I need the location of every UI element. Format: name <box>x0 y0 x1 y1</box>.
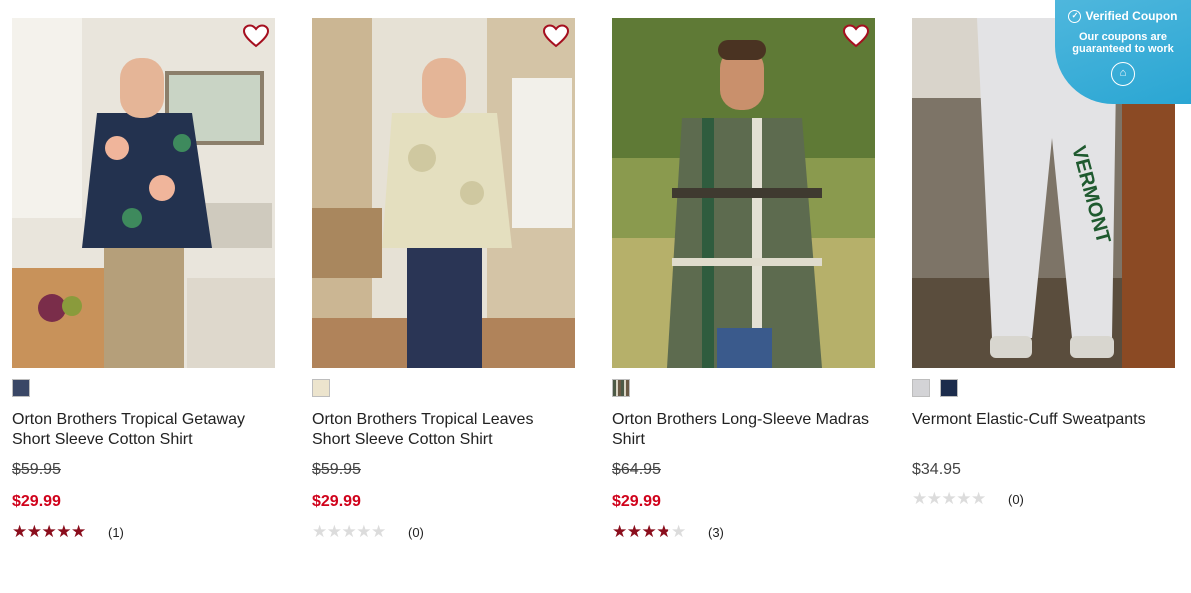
product-image[interactable] <box>612 18 875 368</box>
color-swatch[interactable] <box>612 379 630 397</box>
rating[interactable]: ★★★★★★★★★★ (0) <box>912 490 1175 508</box>
color-swatch[interactable] <box>912 379 930 397</box>
review-count[interactable]: (0) <box>408 525 424 540</box>
sale-price: $29.99 <box>612 493 661 510</box>
rating[interactable]: ★★★★★ ★★★★★ (1) <box>12 523 275 541</box>
original-price: $64.95 <box>612 461 661 478</box>
color-swatch[interactable] <box>12 379 30 397</box>
product-image[interactable] <box>12 18 275 368</box>
original-price: $59.95 <box>12 461 61 478</box>
coupon-badge-icon[interactable]: ⌂ <box>1111 62 1135 86</box>
product-title[interactable]: Vermont Elastic-Cuff Sweatpants <box>912 410 1175 450</box>
product-card[interactable]: Orton Brothers Tropical Getaway Short Sl… <box>12 18 275 541</box>
product-title[interactable]: Orton Brothers Long-Sleeve Madras Shirt <box>612 410 875 450</box>
product-card[interactable]: Orton Brothers Tropical Leaves Short Sle… <box>312 18 575 541</box>
color-swatches <box>12 379 275 397</box>
check-circle-icon: ✓ <box>1068 9 1082 23</box>
heart-icon[interactable] <box>243 24 269 48</box>
color-swatches <box>912 379 1175 397</box>
product-title[interactable]: Orton Brothers Tropical Getaway Short Sl… <box>12 410 275 450</box>
review-count[interactable]: (1) <box>108 525 124 540</box>
heart-icon[interactable] <box>843 24 869 48</box>
heart-icon[interactable] <box>543 24 569 48</box>
star-rating: ★★★★★★★★★★ <box>12 522 86 541</box>
product-grid: Orton Brothers Tropical Getaway Short Sl… <box>12 18 1175 541</box>
product-card[interactable]: Orton Brothers Long-Sleeve Madras Shirt … <box>612 18 875 541</box>
review-count[interactable]: (0) <box>1008 492 1024 507</box>
star-rating: ★★★★★★★★★★ <box>912 489 986 508</box>
color-swatch[interactable] <box>312 379 330 397</box>
coupon-title: Verified Coupon <box>1085 9 1178 23</box>
price: $34.95 <box>912 461 961 478</box>
sale-price: $29.99 <box>12 493 61 510</box>
review-count[interactable]: (3) <box>708 525 724 540</box>
star-rating: ★★★★★★★★★★ <box>612 522 686 541</box>
product-title[interactable]: Orton Brothers Tropical Leaves Short Sle… <box>312 410 575 450</box>
product-image[interactable] <box>312 18 575 368</box>
rating[interactable]: ★★★★★★★★★★ (0) <box>312 523 575 541</box>
color-swatches <box>612 379 875 397</box>
original-price: $59.95 <box>312 461 361 478</box>
sale-price: $29.99 <box>312 493 361 510</box>
color-swatches <box>312 379 575 397</box>
star-rating: ★★★★★★★★★★ <box>312 522 386 541</box>
color-swatch[interactable] <box>940 379 958 397</box>
rating[interactable]: ★★★★★★★★★★ (3) <box>612 523 875 541</box>
coupon-text: Our coupons are guaranteed to work <box>1072 31 1174 55</box>
verified-coupon-badge[interactable]: ✓ Verified Coupon Our coupons are guaran… <box>1055 0 1191 104</box>
